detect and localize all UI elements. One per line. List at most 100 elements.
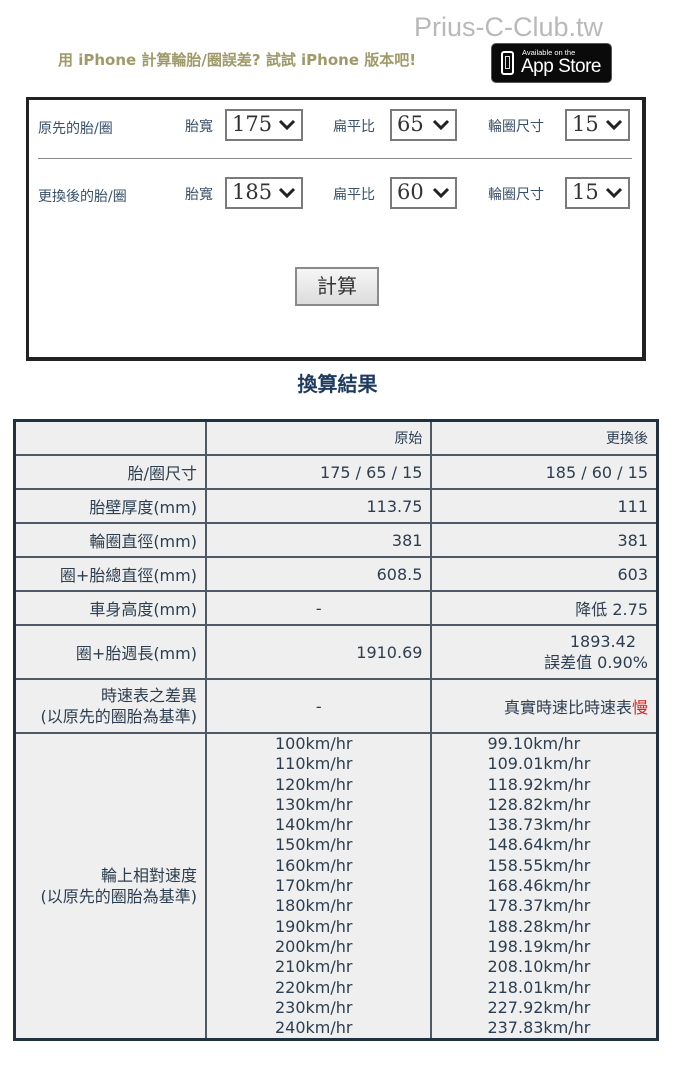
app-store-badge[interactable]: Available on the App Store [491, 43, 612, 83]
speedometer-new: 真實時速比時速表慢 [430, 678, 659, 734]
new-tire-label: 更換後的胎/圈 [38, 189, 127, 205]
result-table: 原始 更換後 胎/圈尺寸 175 / 65 / 15 185 / 60 / 15… [13, 419, 659, 1042]
new-ratio-select[interactable]: 60 [390, 177, 457, 209]
original-width-select[interactable]: 175 [225, 109, 303, 141]
row-original-value: 1910.69 [204, 624, 433, 680]
speed-item: 218.01km/hr [487, 977, 591, 997]
new-rim-label: 輪圈尺寸 [488, 187, 544, 203]
relative-speed-row: 輪上相對速度 (以原先的圈胎為基準) 100km/hr 110km/hr 120km… [13, 732, 659, 1041]
original-tire-row: 原先的胎/圈 胎寬 175 扁平比 65 輪圈尺寸 15 [29, 106, 642, 146]
speedometer-label-line2: (以原先的圈胎為基準) [40, 707, 197, 726]
chevron-down-icon [432, 119, 450, 131]
row-new-value: 185 / 60 / 15 [430, 454, 659, 490]
row-original-value: 113.75 [204, 488, 433, 524]
form-divider [38, 158, 632, 159]
speed-item: 150km/hr [274, 835, 353, 855]
calculate-button[interactable]: 計算 [295, 267, 379, 306]
row-label: 輪圈直徑(mm) [13, 522, 207, 558]
header-new: 更換後 [430, 419, 659, 456]
speed-item: 110km/hr [274, 754, 353, 774]
row-label: 圈+胎週長(mm) [13, 624, 207, 680]
speed-item: 210km/hr [274, 957, 353, 977]
row-label: 胎壁厚度(mm) [13, 488, 207, 524]
relative-speed-label: 輪上相對速度 (以原先的圈胎為基準) [13, 732, 207, 1041]
speed-item: 100km/hr [274, 734, 353, 753]
new-ratio-value: 60 [397, 180, 424, 204]
row-new-value: 603 [430, 556, 659, 592]
table-row: 車身高度(mm) - 降低 2.75 [13, 590, 659, 626]
new-rim-value: 15 [572, 180, 599, 204]
chevron-down-icon [278, 187, 296, 199]
iphone-icon [501, 51, 514, 75]
chevron-down-icon [605, 187, 623, 199]
speed-item: 138.73km/hr [487, 815, 591, 835]
original-ratio-value: 65 [397, 112, 424, 136]
speedometer-original: - [204, 678, 433, 734]
original-width-value: 175 [232, 112, 273, 136]
speed-item: 227.92km/hr [487, 997, 591, 1017]
result-title: 換算結果 [297, 372, 378, 396]
row-label: 胎/圈尺寸 [13, 454, 207, 490]
app-store-badge-big-text: App Store [521, 56, 602, 77]
iphone-promo-text[interactable]: 用 iPhone 計算輪胎/圈誤差? 試試 iPhone 版本吧! [58, 49, 416, 70]
row-original-value: 381 [204, 522, 433, 558]
speed-item: 240km/hr [274, 1018, 353, 1038]
speed-item: 200km/hr [274, 936, 353, 956]
speedometer-note: 真實時速比時速表 [503, 698, 632, 717]
relative-speed-label-line1: 輪上相對速度 [100, 866, 197, 886]
new-ratio-label: 扁平比 [333, 187, 375, 203]
new-width-select[interactable]: 185 [225, 177, 303, 209]
speed-item: 168.46km/hr [487, 876, 591, 896]
original-rim-select[interactable]: 15 [565, 109, 630, 141]
speedometer-label-line1: 時速表之差異 [100, 686, 197, 705]
original-ratio-select[interactable]: 65 [390, 109, 457, 141]
original-tire-label: 原先的胎/圈 [38, 121, 113, 137]
site-watermark: Prius-C-Club.tw [414, 12, 604, 42]
speed-item: 220km/hr [274, 977, 353, 997]
row-new-value: 1893.42 誤差值 0.90% [430, 624, 659, 680]
header-empty [13, 419, 207, 456]
row-original-value: 608.5 [204, 556, 433, 592]
row-new-value: 降低 2.75 [430, 590, 659, 626]
speed-item: 140km/hr [274, 815, 353, 835]
speed-item: 128.82km/hr [487, 794, 591, 814]
row-original-value: 175 / 65 / 15 [204, 454, 433, 490]
speedometer-label: 時速表之差異 (以原先的圈胎為基準) [13, 678, 207, 734]
speed-item: 160km/hr [274, 855, 353, 875]
new-tire-row: 更換後的胎/圈 胎寬 185 扁平比 60 輪圈尺寸 15 [29, 174, 642, 214]
table-row: 胎/圈尺寸 175 / 65 / 15 185 / 60 / 15 [13, 454, 659, 490]
speed-item: 148.64km/hr [487, 835, 591, 855]
speed-item: 230km/hr [274, 997, 353, 1017]
table-row: 圈+胎總直徑(mm) 608.5 603 [13, 556, 659, 592]
new-rim-select[interactable]: 15 [565, 177, 630, 209]
speed-item: 178.37km/hr [487, 896, 591, 916]
original-width-label: 胎寬 [185, 119, 213, 135]
error-percentage: 誤差值 0.90% [544, 653, 648, 672]
original-ratio-label: 扁平比 [333, 119, 375, 135]
tire-input-form: 原先的胎/圈 胎寬 175 扁平比 65 輪圈尺寸 15 更換後的胎/圈 胎寬 … [26, 97, 646, 361]
new-width-value: 185 [232, 180, 273, 204]
speed-item: 170km/hr [274, 876, 353, 896]
row-label: 車身高度(mm) [13, 590, 207, 626]
relative-speed-original-list: 100km/hr 110km/hr 120km/hr 130km/hr 140km/hr… [204, 732, 433, 1041]
speed-item: 190km/hr [274, 916, 353, 936]
relative-speed-new-list: 99.10km/hr 109.01km/hr 118.92km/hr 128.82km… [430, 732, 659, 1041]
speed-item: 109.01km/hr [487, 754, 591, 774]
chevron-down-icon [278, 119, 296, 131]
row-label: 圈+胎總直徑(mm) [13, 556, 207, 592]
speed-item: 180km/hr [274, 896, 353, 916]
speed-item: 99.10km/hr [487, 734, 581, 753]
table-header-row: 原始 更換後 [13, 419, 659, 456]
new-width-label: 胎寬 [185, 187, 213, 203]
chevron-down-icon [432, 187, 450, 199]
speed-item: 118.92km/hr [487, 774, 591, 794]
speed-item: 158.55km/hr [487, 855, 591, 875]
chevron-down-icon [605, 119, 623, 131]
row-new-value: 381 [430, 522, 659, 558]
row-original-value: - [204, 590, 433, 626]
original-rim-label: 輪圈尺寸 [488, 119, 544, 135]
table-row: 圈+胎週長(mm) 1910.69 1893.42 誤差值 0.90% [13, 624, 659, 680]
relative-speed-label-line2: (以原先的圈胎為基準) [40, 887, 197, 907]
speed-item: 120km/hr [274, 774, 353, 794]
speed-item: 198.19km/hr [487, 936, 591, 956]
